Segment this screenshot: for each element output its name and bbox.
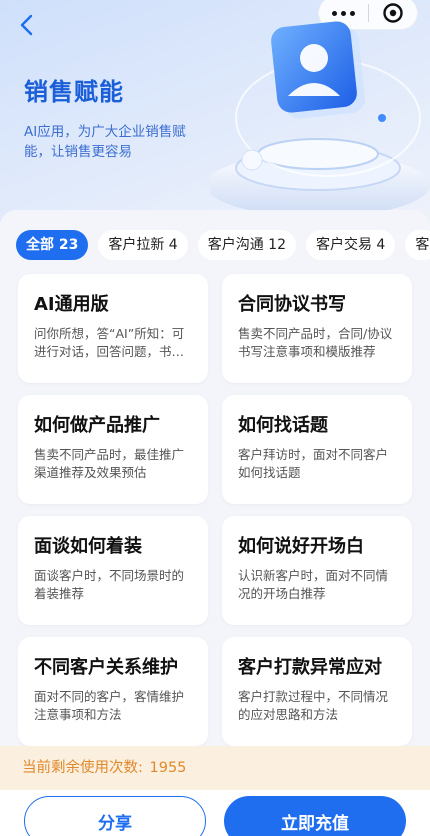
app-card[interactable]: 如何做产品推广 售卖不同产品时，最佳推广渠道推荐及效果预估 (18, 395, 208, 504)
card-title: 合同协议书写 (238, 294, 346, 315)
chevron-left-icon (20, 14, 33, 36)
card-title: 如何找话题 (238, 415, 328, 436)
app-card[interactable]: 不同客户关系维护 面对不同的客户，客情维护注意事项和方法 (18, 637, 208, 746)
quota-value: 1955 (149, 760, 187, 776)
app-card-grid: AI通用版 问你所想，答“AI”所知：可进行对话，回答问题，书… 合同协议书写 … (18, 274, 414, 746)
app-card[interactable]: 客户打款异常应对 客户打款过程中，不同情况的应对思路和方法 (222, 637, 412, 746)
remaining-quota-banner: 当前剩余使用次数: 1955 (0, 746, 430, 790)
card-description: 售卖不同产品时，最佳推广渠道推荐及效果预估 (34, 447, 185, 480)
recharge-button[interactable]: 立即充值 (224, 796, 406, 836)
quota-label: 当前剩余使用次数: (22, 760, 143, 776)
page-title: 销售赋能 (24, 78, 124, 106)
share-button[interactable]: 分享 (24, 796, 206, 836)
tab-all[interactable]: 全部 23 (16, 230, 89, 260)
tab-customer-acquisition[interactable]: 客户拉新 4 (98, 230, 188, 260)
card-description: 客户拜访时，面对不同客户如何找话题 (238, 447, 389, 480)
app-card[interactable]: AI通用版 问你所想，答“AI”所知：可进行对话，回答问题，书… (18, 274, 208, 383)
tab-customer-more[interactable]: 客 (405, 230, 430, 260)
category-tabs: 全部 23 客户拉新 4 客户沟通 12 客户交易 4 客 (16, 230, 430, 260)
app-card[interactable]: 如何找话题 客户拜访时，面对不同客户如何找话题 (222, 395, 412, 504)
back-button[interactable] (12, 10, 42, 40)
card-description: 问你所想，答“AI”所知：可进行对话，回答问题，书… (34, 326, 185, 359)
card-title: 不同客户关系维护 (34, 657, 178, 678)
app-card[interactable]: 如何说好开场白 认识新客户时，面对不同情况的开场白推荐 (222, 516, 412, 625)
card-title: 如何说好开场白 (238, 536, 364, 557)
bottom-action-bar: 分享 立即充值 (0, 790, 430, 836)
card-title: 如何做产品推广 (34, 415, 160, 436)
card-title: 面谈如何着装 (34, 536, 142, 557)
card-description: 客户打款过程中，不同情况的应对思路和方法 (238, 689, 389, 722)
card-description: 面对不同的客户，客情维护注意事项和方法 (34, 689, 185, 722)
tab-customer-transaction[interactable]: 客户交易 4 (305, 230, 396, 260)
tab-customer-communication[interactable]: 客户沟通 12 (197, 230, 296, 260)
card-title: 客户打款异常应对 (238, 657, 382, 678)
page-description: AI应用，为广大企业销售赋能，让销售更容易 (24, 124, 186, 160)
card-description: 售卖不同产品时，合同/协议书写注意事项和模版推荐 (238, 326, 393, 359)
user-profile-icon (210, 21, 430, 217)
card-description: 认识新客户时，面对不同情况的开场白推荐 (238, 568, 389, 601)
app-list-panel: 全部 23 客户拉新 4 客户沟通 12 客户交易 4 客 AI通用版 问你所想… (0, 210, 430, 755)
app-card[interactable]: 面谈如何着装 面谈客户时，不同场景时的着装推荐 (18, 516, 208, 625)
card-title: AI通用版 (34, 294, 109, 315)
card-description: 面谈客户时，不同场景时的着装推荐 (34, 568, 185, 601)
app-card[interactable]: 合同协议书写 售卖不同产品时，合同/协议书写注意事项和模版推荐 (222, 274, 412, 383)
